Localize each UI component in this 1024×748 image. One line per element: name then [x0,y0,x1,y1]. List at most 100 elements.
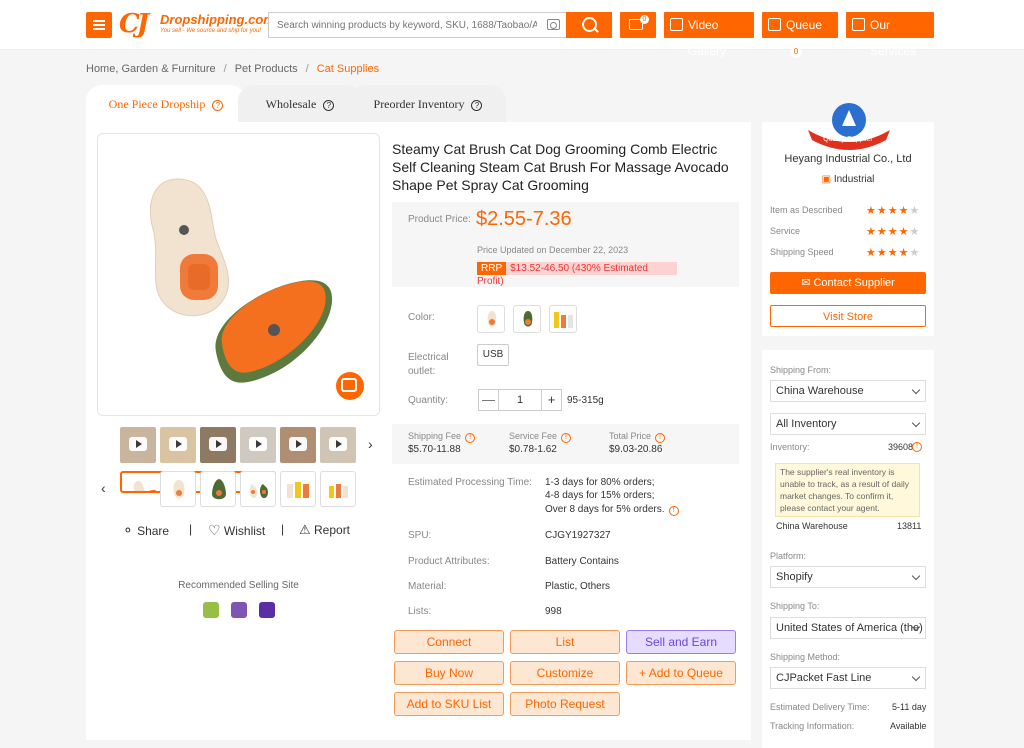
outlet-option-usb[interactable]: USB [477,344,509,366]
share-button[interactable]: ⚬ Share [122,522,169,539]
help-icon[interactable]: ? [323,100,335,111]
color-option-mixed[interactable] [549,305,577,333]
product-title: Steamy Cat Brush Cat Dog Grooming Comb E… [392,141,729,193]
breadcrumb-separator: / [223,63,227,75]
shipping-to-select[interactable]: United States of America (the) [770,617,926,639]
visit-store-button[interactable]: Visit Store [770,305,926,327]
cart-button[interactable]: 0 [620,12,656,38]
wix-icon[interactable] [259,602,275,618]
woocommerce-icon[interactable] [231,602,247,618]
supplier-type: ▣ Industrial [821,174,875,185]
color-option-cream[interactable] [477,305,505,333]
total-price-label: Total Price! [609,431,666,443]
queue-label: Queue [786,18,823,32]
customize-button[interactable]: Customize [510,661,620,685]
breadcrumb-home-garden[interactable]: Home, Garden & Furniture [86,63,216,75]
report-button[interactable]: ⚠ Report [299,522,350,538]
rating-stars: ★★★★★ [866,205,921,217]
video-thumbnail[interactable] [120,427,156,463]
quantity-input[interactable]: 1 [499,390,541,410]
minus-button[interactable]: — [479,390,499,410]
tab-label: Preorder Inventory [373,97,465,111]
connect-button[interactable]: Connect [394,630,504,654]
search-input[interactable] [269,13,537,37]
logo-mark[interactable]: CJ [119,10,149,38]
info-icon[interactable]: ! [668,506,679,516]
help-icon[interactable]: ? [471,100,483,111]
tab-label: One Piece Dropship [108,97,206,111]
video-thumbnail[interactable] [280,427,316,463]
heart-icon: ♡ [208,522,221,538]
processing-label: Estimated Processing Time: [408,477,532,488]
product-weight: 95-315g [567,395,604,406]
tracking-value: Available [890,721,927,731]
photo-thumbnail[interactable] [160,471,196,507]
product-main-image[interactable] [97,133,380,416]
tab-wholesale[interactable]: Wholesale? [238,85,362,123]
chevron-right-icon[interactable]: › [368,436,373,452]
breadcrumb-pet-products[interactable]: Pet Products [235,63,298,75]
info-icon[interactable]: ! [912,442,922,452]
photo-thumbnail[interactable] [240,471,276,507]
supplier-name[interactable]: Heyang Industrial Co., Ltd [762,153,934,165]
inventory-label: Inventory: [770,442,810,452]
list-button[interactable]: List [510,630,620,654]
tracking-label: Tracking Information: [770,721,855,731]
add-to-queue-button[interactable]: + Add to Queue [626,661,736,685]
breadcrumb-separator: / [305,63,309,75]
shipping-from-label: Shipping From: [770,365,832,375]
shipping-from-select[interactable]: China Warehouse [770,380,926,402]
inventory-select[interactable]: All Inventory [770,413,926,435]
wishlist-button[interactable]: ♡ Wishlist [208,522,265,539]
rating-stars: ★★★★★ [866,226,921,238]
video-thumbnail[interactable] [240,427,276,463]
breadcrumb: Home, Garden & Furniture / Pet Products / Ca… [86,63,379,75]
photo-thumbnail[interactable] [320,471,356,507]
video-gallery-button[interactable]: Video Gallery [664,12,754,58]
tab-one-piece-dropship[interactable]: One Piece Dropship? [86,85,246,123]
lists-value: 998 [545,606,562,617]
platform-select[interactable]: Shopify [770,566,926,588]
our-services-label: Our Services [870,18,917,58]
help-icon[interactable]: ? [212,100,224,111]
video-thumbnail[interactable] [320,427,356,463]
shipping-fee-value: $5.70-11.88 [408,444,461,455]
rating-label: Shipping Speed [770,247,834,257]
photo-request-button[interactable]: Photo Request [510,692,620,716]
chevron-left-icon[interactable]: ‹ [101,480,106,496]
info-icon[interactable]: ! [561,433,572,443]
contact-supplier-button[interactable]: ✉ Contact Supplier [770,272,926,294]
add-to-sku-list-button[interactable]: Add to SKU List [394,692,504,716]
cart-count: 0 [640,15,649,24]
divider: | [189,522,193,536]
warning-icon: ⚠ [299,522,311,537]
logo-text[interactable]: Dropshipping.com [160,12,275,27]
photo-thumbnail[interactable] [280,471,316,507]
spu-label: SPU: [408,530,432,541]
quality-supplier-text: Quality Supplier [823,136,873,143]
price-updated: Price Updated on December 22, 2023 [477,245,629,255]
search-button[interactable] [566,12,612,38]
sell-and-earn-button[interactable]: Sell and Earn [626,630,736,654]
play-icon [209,437,227,451]
product-price: $2.55-7.36 [476,208,572,230]
info-icon[interactable]: ! [655,433,666,443]
play-icon [289,437,307,451]
material-value: Plastic, Others [545,581,611,592]
camera-icon[interactable] [547,19,560,30]
color-option-green[interactable] [513,305,541,333]
menu-icon[interactable] [86,12,112,38]
breadcrumb-current[interactable]: Cat Supplies [317,63,379,75]
shopify-icon[interactable] [203,602,219,618]
price-label: Product Price: [408,214,471,225]
info-icon[interactable]: ! [465,433,476,443]
tab-preorder-inventory[interactable]: Preorder Inventory? [350,85,506,123]
buy-now-button[interactable]: Buy Now [394,661,504,685]
photo-thumbnail[interactable] [200,471,236,507]
our-services-button[interactable]: Our Services [846,12,934,58]
video-thumbnail[interactable] [160,427,196,463]
shipping-method-select[interactable]: CJPacket Fast Line [770,667,926,689]
plus-button[interactable]: + [541,390,561,410]
queue-button[interactable]: Queue 0 [762,12,838,58]
video-thumbnail[interactable] [200,427,236,463]
